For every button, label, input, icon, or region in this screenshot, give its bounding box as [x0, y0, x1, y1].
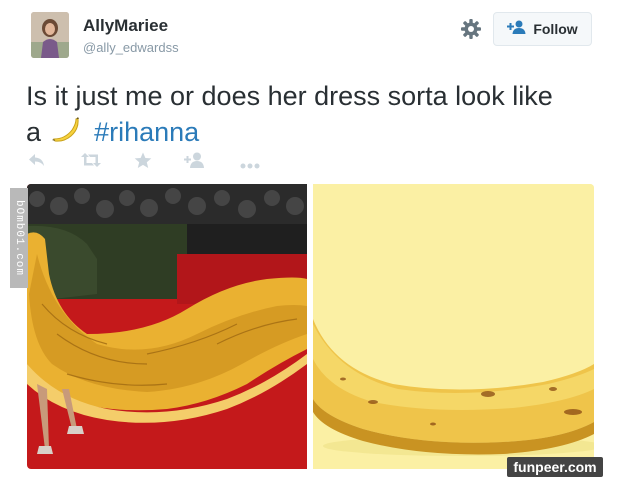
- retweet-icon[interactable]: [80, 152, 102, 173]
- tweet-text-line1: Is it just me or does her dress sorta lo…: [26, 81, 553, 111]
- bottom-watermark: funpeer.com: [507, 457, 603, 477]
- reply-icon[interactable]: [28, 152, 46, 173]
- gear-icon[interactable]: [460, 18, 482, 40]
- tweet-text-word: a: [26, 117, 42, 147]
- red-carpet-yellow-gown-photo[interactable]: [27, 184, 307, 469]
- follow-button[interactable]: Follow: [493, 12, 592, 46]
- banana-photo[interactable]: [313, 184, 594, 469]
- hashtag-link[interactable]: #rihanna: [94, 117, 199, 147]
- banana-emoji-icon: [51, 116, 81, 152]
- user-handle[interactable]: @ally_edwardss: [83, 40, 179, 55]
- side-watermark: bOmb01.com: [10, 188, 28, 288]
- tweet-text: Is it just me or does her dress sorta lo…: [26, 78, 596, 152]
- star-icon[interactable]: [134, 152, 152, 174]
- more-icon[interactable]: [240, 156, 260, 174]
- side-watermark-text: bOmb01.com: [13, 199, 25, 277]
- add-user-icon[interactable]: [184, 152, 206, 173]
- follow-label: Follow: [533, 21, 578, 37]
- display-name[interactable]: AllyMariee: [83, 16, 168, 36]
- add-user-icon: [507, 20, 527, 39]
- avatar[interactable]: [31, 12, 69, 58]
